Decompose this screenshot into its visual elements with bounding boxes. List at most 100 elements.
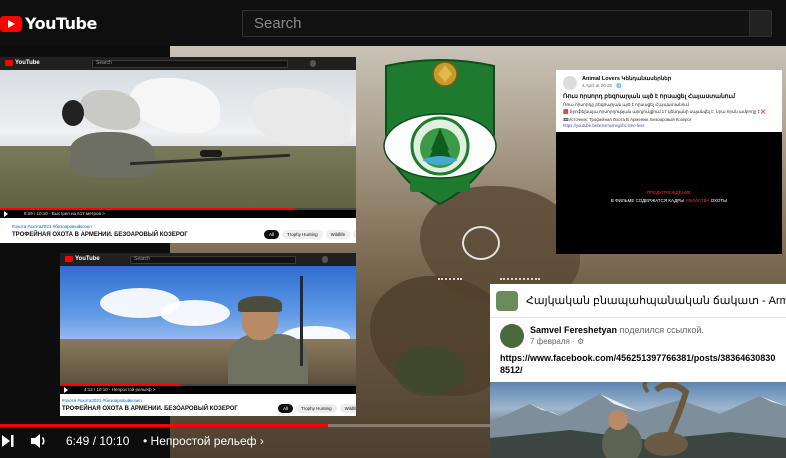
mini-time-text: 4:12 / 10:10 · Непростой рельеф > (84, 387, 156, 392)
mountain-hunter-photo (490, 382, 786, 458)
mini-logo-text: YouTube (75, 256, 100, 262)
warning-text: В ФИЛЬМЕ СОДЕРЖАТСЯ КАДРЫ УБИЙСТВА ОХОТЫ (556, 198, 782, 203)
mini-progress-bar[interactable] (60, 384, 356, 386)
post-title: Ռուս որսորդ բեզոարյան այծ է որսացել Հայա… (563, 94, 735, 100)
mini-time-text: 8:29 / 10:10 · Выстрел на 617 метров > (24, 211, 105, 216)
youtube-play-icon (5, 60, 13, 66)
video-thumbnail-2[interactable] (60, 266, 356, 384)
group-name[interactable]: Հայկական բնապահպանական ճակատ - Armenian … (526, 294, 786, 307)
chip-bar: AllTrophy HuntingWildlifeCas (264, 230, 356, 239)
post-link[interactable]: https://youtube.be/xmxmxmsgsbc See less (563, 123, 644, 128)
group-avatar[interactable] (496, 291, 518, 311)
post-text-line: Ռուս որսորդը բեզոարյան այծ է որսացել Հայ… (563, 102, 689, 107)
mini-search-input[interactable]: Search (92, 60, 288, 68)
youtube-logo-text: YouTube (25, 14, 97, 33)
warning-label: ПРЕДУПРЕЖДЕНИЕ (646, 190, 692, 195)
hunter-figure (220, 294, 310, 384)
youtube-play-icon (65, 256, 73, 262)
time-display: 6:49 / 10:10 (66, 434, 130, 448)
progress-fill (0, 424, 329, 427)
mini-search-placeholder: Search (96, 60, 112, 66)
post-date[interactable]: 4 April at 20:25 · 🌐 (582, 83, 622, 89)
facebook-post-2: Հայկական բնապահպանական ճակատ - Armenian … (490, 284, 786, 458)
video-title: ТРОФЕЙНАЯ ОХОТА В АРМЕНИИ. БЕЗОАРОВЫЙ КО… (12, 232, 188, 238)
binoculars-icon (62, 100, 84, 126)
mini-youtube-logo[interactable]: YouTube (65, 256, 100, 262)
post-video[interactable]: ПРЕДУПРЕЖДЕНИЕ В ФИЛЬМЕ СОДЕРЖАТСЯ КАДРЫ… (556, 132, 782, 254)
video-thumbnail-1[interactable] (0, 70, 356, 208)
tracking-marker (438, 278, 462, 280)
microphone-icon[interactable] (310, 60, 316, 67)
mini-player-controls: 8:29 / 10:10 · Выстрел на 617 метров > (0, 208, 356, 218)
microphone-icon[interactable] (322, 256, 328, 263)
chip-all[interactable]: All (264, 230, 280, 239)
search-placeholder: Search (254, 15, 302, 32)
chip-trophy-hunting[interactable]: Trophy Hunting (296, 404, 337, 413)
rifle (300, 276, 303, 366)
youtube-logo[interactable]: YouTube (0, 14, 97, 33)
youtube-header: YouTube Search (0, 0, 786, 46)
mini-search-input[interactable]: Search (130, 256, 296, 264)
chapter-label: • Непростой рельеф (143, 434, 257, 448)
group-bar: Հայկական բնապահպանական ճակատ - Armenian … (490, 284, 786, 318)
chip-wildlife[interactable]: Wildlife (325, 230, 351, 239)
post-text-line: 🟥 Տրոֆեյնայա որսորդության արդյունքում 17… (563, 109, 767, 114)
grass-slope (0, 145, 356, 208)
rocky-ground (60, 339, 356, 384)
armenian-forest-emblem-icon (383, 59, 497, 206)
video-hashtags[interactable]: #охота #охота2021 #безоаровыйкозел (62, 398, 142, 403)
bush (395, 346, 465, 396)
mini-header: YouTube Search (60, 253, 356, 266)
play-icon[interactable] (4, 211, 8, 217)
post-image[interactable] (490, 382, 786, 458)
mini-header: YouTube Search (0, 57, 356, 70)
mini-progress-fill (60, 384, 182, 386)
rifle-scope (200, 150, 222, 157)
warning-text-part: В ФИЛЬМЕ СОДЕРЖАТСЯ КАДРЫ (610, 198, 686, 203)
warning-text-part: ОХОТЫ (709, 198, 728, 203)
post-author[interactable]: Samvel Fereshetyan (530, 325, 617, 335)
tracking-marker (500, 278, 540, 280)
mini-search-placeholder: Search (134, 256, 150, 262)
warning-title: ПРЕДУПРЕЖДЕНИЕ (556, 190, 782, 195)
facebook-post-1: Animal Lovers Կենդանասերներ 4 April at 2… (556, 70, 782, 254)
search-button[interactable] (749, 11, 771, 36)
video-title: ТРОФЕЙНАЯ ОХОТА В АРМЕНИИ. БЕЗОАРОВЫЙ КО… (62, 406, 238, 412)
chevron-right-icon: › (259, 434, 264, 448)
post-author[interactable]: Animal Lovers Կենդանասերներ (582, 76, 671, 82)
mini-youtube-logo[interactable]: YouTube (5, 60, 40, 66)
page-avatar[interactable] (563, 76, 577, 90)
next-icon[interactable] (2, 434, 14, 448)
post-link[interactable]: https://www.facebook.com/456251397766381… (500, 353, 775, 363)
post-author-line: Samvel Fereshetyan поделился ссылкой. (530, 325, 704, 335)
warning-text-highlight: УБИЙСТВА (685, 198, 710, 203)
author-avatar[interactable] (500, 324, 524, 348)
post-date[interactable]: 7 февраля · ⚙ (530, 337, 584, 346)
chip-wildlife[interactable]: Wildlife (339, 404, 356, 413)
hunter-figure (70, 132, 155, 177)
mini-progress-bar[interactable] (0, 208, 356, 210)
post-link-continued[interactable]: 8512/ (500, 365, 523, 375)
mini-progress-fill (0, 208, 296, 210)
youtube-play-icon (0, 15, 22, 32)
mini-logo-text: YouTube (15, 60, 40, 66)
mini-player-controls: 4:12 / 10:10 · Непростой рельеф > (60, 384, 356, 394)
player-controls: 6:49 / 10:10 • Непростой рельеф › (0, 424, 490, 458)
youtube-window-2: YouTube Search 4:12 / 10:10 · Непростой … (60, 253, 356, 416)
youtube-window-1: YouTube Search 8:29 / 10:10 · Выстрел на… (0, 57, 356, 243)
hunter-body (228, 334, 308, 384)
hunter-cap (238, 296, 282, 312)
chip-all[interactable]: All (278, 404, 294, 413)
play-icon[interactable] (64, 387, 68, 393)
chapter-title[interactable]: • Непростой рельеф › (143, 434, 264, 448)
chip-bar: AllTrophy HuntingWildlife (278, 404, 356, 413)
target-reticle (462, 226, 500, 260)
post-header: Animal Lovers Կենդանասերներ 4 April at 2… (556, 70, 782, 132)
search-input[interactable]: Search (242, 10, 772, 37)
volume-icon[interactable] (30, 433, 48, 449)
post-author-action: поделился ссылкой. (617, 325, 704, 335)
chip-cas[interactable]: Cas (353, 230, 356, 239)
chip-trophy-hunting[interactable]: Trophy Hunting (282, 230, 323, 239)
progress-bar[interactable] (0, 424, 490, 427)
video-hashtags[interactable]: #охота #охота2021 #безоаровыйкозел (12, 224, 92, 229)
